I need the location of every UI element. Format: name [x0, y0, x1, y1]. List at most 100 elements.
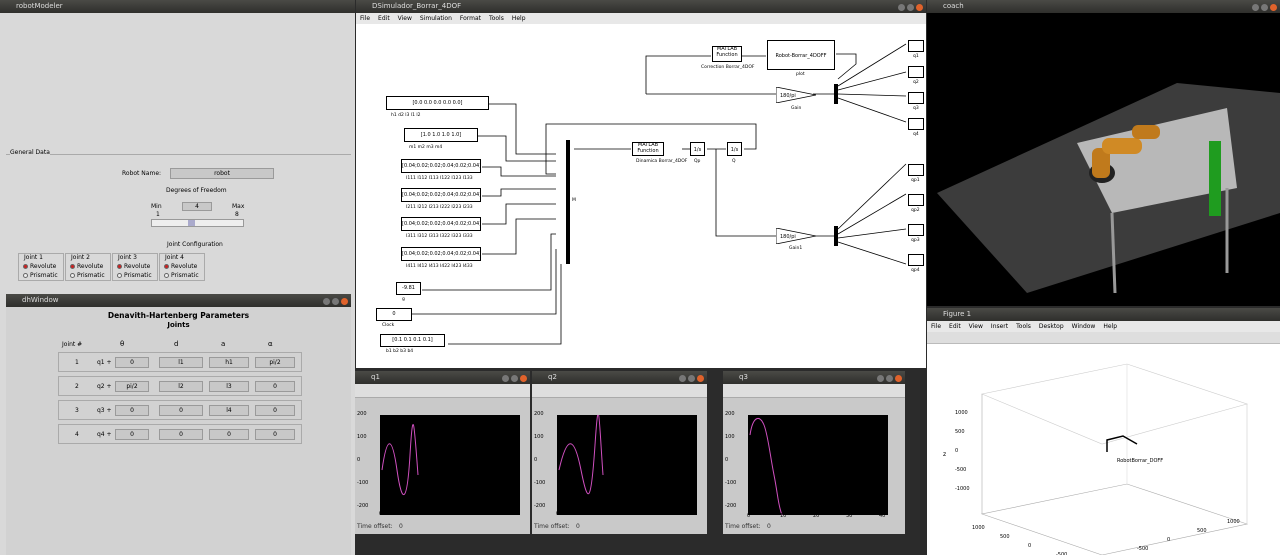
- revolute-radio[interactable]: Revolute: [171, 263, 197, 270]
- minimize-icon[interactable]: [502, 375, 509, 382]
- dof-slider[interactable]: [151, 219, 244, 227]
- radio-empty-icon[interactable]: [70, 273, 75, 278]
- dh-d-input[interactable]: 0: [159, 405, 203, 416]
- dh-d-input[interactable]: l2: [159, 381, 203, 392]
- output-block[interactable]: [908, 40, 924, 52]
- mux-block[interactable]: [566, 140, 570, 264]
- radio-selected-icon[interactable]: [117, 264, 122, 269]
- dh-theta-input[interactable]: 0: [115, 429, 149, 440]
- corrector-fn-block[interactable]: MATLAB Function: [712, 46, 742, 62]
- dh-d-input[interactable]: l1: [159, 357, 203, 368]
- minimize-icon[interactable]: [1252, 4, 1259, 11]
- dh-titlebar[interactable]: dhWindow: [6, 294, 351, 307]
- scope-plot[interactable]: [557, 413, 697, 515]
- constant-block[interactable]: [0.04;0.02;0.02;0.04;0.02;0.04]: [401, 188, 481, 202]
- minimize-icon[interactable]: [877, 375, 884, 382]
- robot-plot-block[interactable]: Robot-Borrar_4DOFF: [767, 40, 835, 70]
- robot-modeler-titlebar[interactable]: robotModeler: [0, 0, 355, 13]
- integrator-q-block[interactable]: 1/s: [727, 142, 742, 156]
- figure1-3d-axes[interactable]: RobotBorrar_DOFF z 1000 500 0 -500 -1000 100…: [927, 344, 1280, 555]
- dh-a-input[interactable]: l3: [209, 381, 249, 392]
- revolute-radio[interactable]: Revolute: [124, 263, 150, 270]
- radio-selected-icon[interactable]: [23, 264, 28, 269]
- menu-help[interactable]: Help: [512, 15, 526, 22]
- menu-insert[interactable]: Insert: [991, 323, 1008, 330]
- menu-edit[interactable]: Edit: [378, 15, 390, 22]
- output-block[interactable]: [908, 224, 924, 236]
- menu-edit[interactable]: Edit: [949, 323, 961, 330]
- close-icon[interactable]: [895, 375, 902, 382]
- dh-a-input[interactable]: l4: [209, 405, 249, 416]
- coach-titlebar[interactable]: coach: [927, 0, 1280, 13]
- menu-help[interactable]: Help: [1103, 323, 1117, 330]
- scope-plot[interactable]: [380, 415, 520, 515]
- output-block[interactable]: [908, 194, 924, 206]
- dynamics-fn-block[interactable]: MATLAB Function: [632, 142, 664, 156]
- close-icon[interactable]: [341, 298, 348, 305]
- menu-view[interactable]: View: [398, 15, 412, 22]
- dh-alpha-input[interactable]: 0: [255, 381, 295, 392]
- close-icon[interactable]: [697, 375, 704, 382]
- dh-theta-input[interactable]: pi/2: [115, 381, 149, 392]
- gravity-block[interactable]: -9.81: [396, 282, 421, 295]
- menu-format[interactable]: Format: [460, 15, 481, 22]
- prismatic-radio[interactable]: Prismatic: [77, 272, 105, 279]
- output-block[interactable]: [908, 66, 924, 78]
- dh-alpha-input[interactable]: 0: [255, 405, 295, 416]
- maximize-icon[interactable]: [332, 298, 339, 305]
- demux-qp-block[interactable]: [834, 226, 838, 246]
- output-block[interactable]: [908, 92, 924, 104]
- revolute-radio[interactable]: Revolute: [30, 263, 56, 270]
- clock-block[interactable]: 0: [376, 308, 412, 321]
- output-block[interactable]: [908, 254, 924, 266]
- dh-alpha-input[interactable]: 0: [255, 429, 295, 440]
- constant-block[interactable]: [1.0 1.0 1.0 1.0]: [404, 128, 478, 142]
- minimize-icon[interactable]: [323, 298, 330, 305]
- maximize-icon[interactable]: [688, 375, 695, 382]
- dh-theta-input[interactable]: 0: [115, 405, 149, 416]
- minimize-icon[interactable]: [898, 4, 905, 11]
- menu-desktop[interactable]: Desktop: [1039, 323, 1064, 330]
- prismatic-radio[interactable]: Prismatic: [124, 272, 152, 279]
- menu-tools[interactable]: Tools: [489, 15, 504, 22]
- radio-empty-icon[interactable]: [117, 273, 122, 278]
- menu-file[interactable]: File: [931, 323, 941, 330]
- friction-block[interactable]: [0.1 0.1 0.1 0.1]: [380, 334, 445, 347]
- gain-block[interactable]: 180/pi: [776, 87, 816, 103]
- simulink-titlebar[interactable]: DSimulador_Borrar_4DOF: [356, 0, 926, 13]
- robot-name-input[interactable]: robot: [170, 168, 274, 179]
- output-block[interactable]: [908, 164, 924, 176]
- menu-simulation[interactable]: Simulation: [420, 15, 452, 22]
- figure1-titlebar[interactable]: Figure 1: [927, 308, 1280, 321]
- constant-block[interactable]: [0.04;0.02;0.02;0.04;0.02;0.04]: [401, 247, 481, 261]
- scope-plot[interactable]: [748, 415, 888, 516]
- radio-selected-icon[interactable]: [70, 264, 75, 269]
- prismatic-radio[interactable]: Prismatic: [30, 272, 58, 279]
- dh-theta-input[interactable]: 0: [115, 357, 149, 368]
- demux-q-block[interactable]: [834, 84, 838, 104]
- scope-titlebar[interactable]: q2: [532, 371, 707, 384]
- dof-slider-thumb[interactable]: [188, 220, 195, 226]
- robot-3d-scene[interactable]: [927, 13, 1280, 306]
- constant-block[interactable]: [0.04;0.02;0.02;0.04;0.02;0.04]: [401, 217, 481, 231]
- maximize-icon[interactable]: [1261, 4, 1268, 11]
- minimize-icon[interactable]: [679, 375, 686, 382]
- integrator-qp-block[interactable]: 1/s: [690, 142, 705, 156]
- close-icon[interactable]: [1270, 4, 1277, 11]
- menu-file[interactable]: File: [360, 15, 370, 22]
- scope-titlebar[interactable]: q3: [723, 371, 905, 384]
- dh-alpha-input[interactable]: pi/2: [255, 357, 295, 368]
- dh-d-input[interactable]: 0: [159, 429, 203, 440]
- gain1-block[interactable]: 180/pi: [776, 228, 816, 244]
- revolute-radio[interactable]: Revolute: [77, 263, 103, 270]
- prismatic-radio[interactable]: Prismatic: [171, 272, 199, 279]
- scope-titlebar[interactable]: q1: [355, 371, 530, 384]
- dh-a-input[interactable]: h1: [209, 357, 249, 368]
- radio-empty-icon[interactable]: [164, 273, 169, 278]
- radio-empty-icon[interactable]: [23, 273, 28, 278]
- output-block[interactable]: [908, 118, 924, 130]
- menu-window[interactable]: Window: [1072, 323, 1096, 330]
- maximize-icon[interactable]: [886, 375, 893, 382]
- constant-block[interactable]: [0.0 0.0 0.0 0.0 0.0]: [386, 96, 489, 110]
- close-icon[interactable]: [520, 375, 527, 382]
